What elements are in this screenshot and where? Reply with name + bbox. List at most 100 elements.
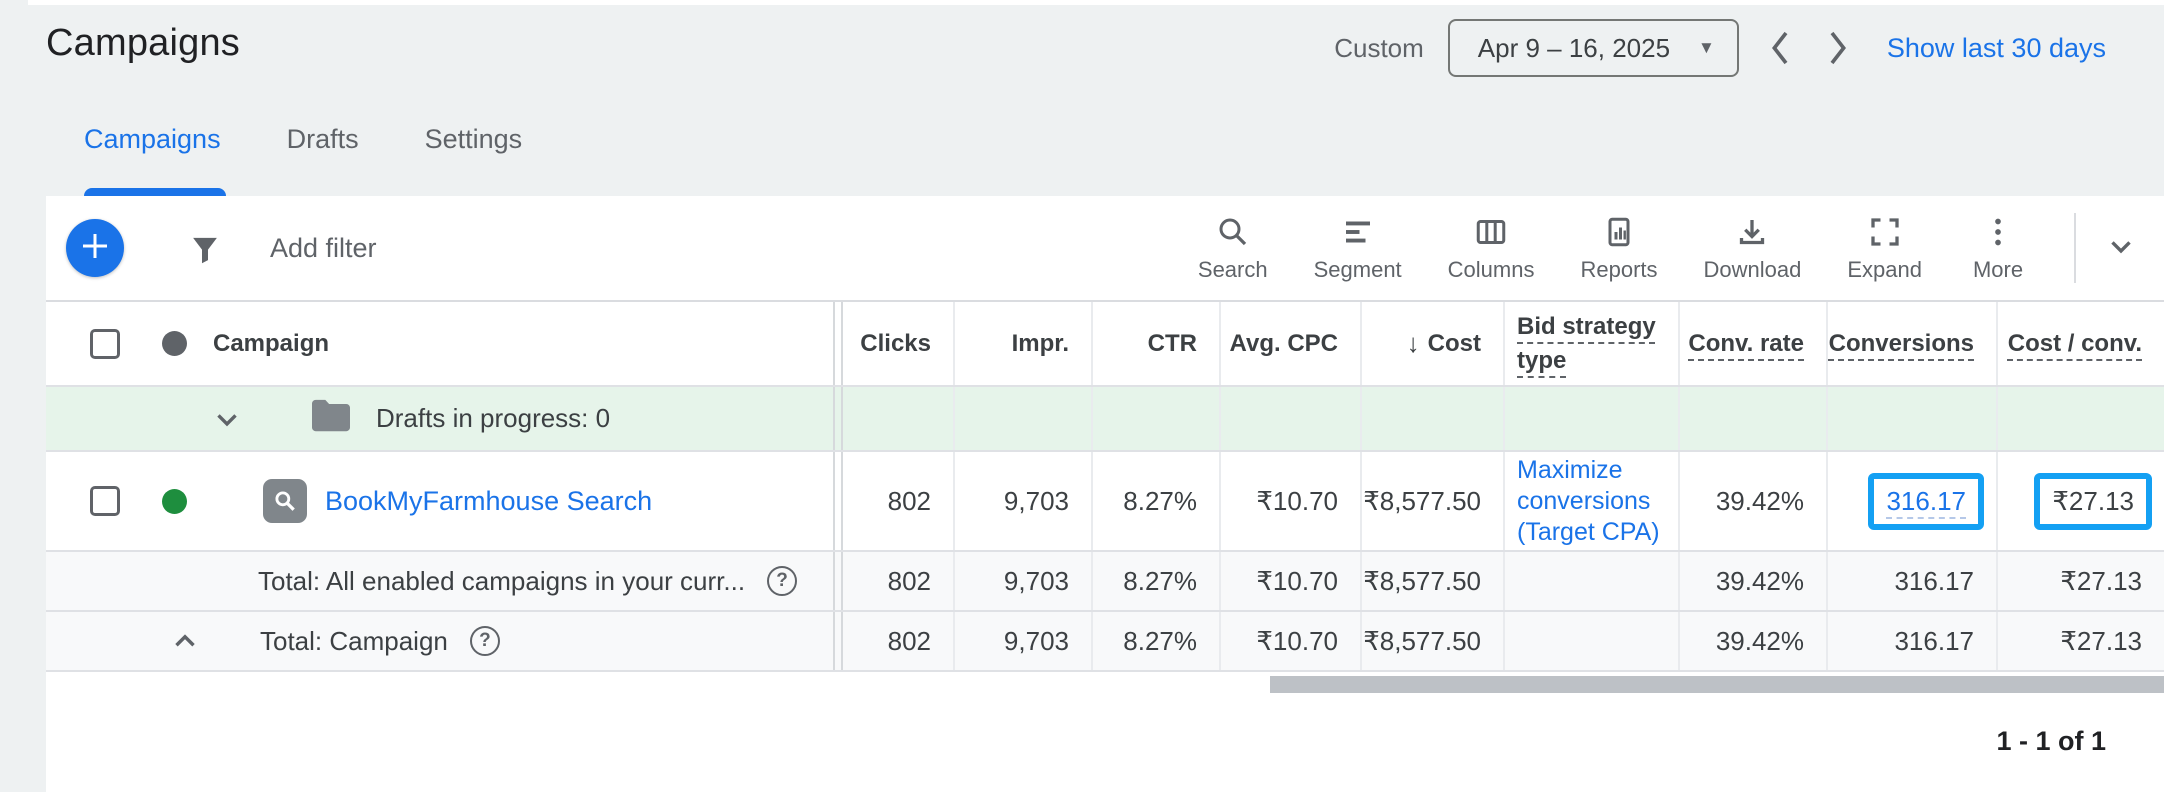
column-header-conversions[interactable]: Conversions [1826,302,1996,385]
total-cost-conv: ₹27.13 [1996,612,2164,670]
add-filter-button[interactable]: Add filter [270,196,377,300]
conversions-highlight-box: 316.17 [1868,473,1984,530]
active-tab-indicator [84,188,226,196]
cell-avg-cpc: ₹10.70 [1219,452,1360,550]
toolbar-divider [2074,213,2076,283]
bid-strategy-link[interactable]: Maximize conversions (Target CPA) [1517,455,1678,548]
top-edge-strip [28,0,2164,5]
campaign-status-enabled-dot[interactable] [162,489,187,514]
total-conversions: 316.17 [1826,552,1996,610]
total-enabled-row: Total: All enabled campaigns in your cur… [46,552,2164,612]
show-last-30-days-link[interactable]: Show last 30 days [1887,33,2106,64]
total-ctr: 8.27% [1091,612,1219,670]
reports-button[interactable]: Reports [1580,214,1657,283]
dropdown-caret-icon: ▼ [1698,38,1715,58]
tab-campaigns[interactable]: Campaigns [84,124,221,165]
search-button[interactable]: Search [1198,214,1268,283]
tab-settings[interactable]: Settings [425,124,523,165]
cell-cost-conv: ₹27.13 [1996,452,2164,550]
column-header-clicks[interactable]: Clicks [843,302,953,385]
tab-drafts[interactable]: Drafts [287,124,359,165]
column-header-cost[interactable]: ↓ Cost [1360,302,1503,385]
status-column-dot [162,331,187,356]
date-range-picker[interactable]: Apr 9 – 16, 2025 ▼ [1448,19,1739,77]
segment-button[interactable]: Segment [1314,214,1402,283]
help-icon[interactable]: ? [470,626,500,656]
add-campaign-button[interactable] [66,219,124,277]
horizontal-scrollbar[interactable] [1270,676,2164,693]
more-button[interactable]: More [1968,214,2028,283]
download-icon [1734,214,1770,250]
page-title: Campaigns [46,22,240,65]
column-header-avg-cpc[interactable]: Avg. CPC [1219,302,1360,385]
total-cost-conv: ₹27.13 [1996,552,2164,610]
cell-conversions: 316.17 [1826,452,1996,550]
more-icon [1980,214,2016,250]
total-cost: ₹8,577.50 [1360,612,1503,670]
previous-period-button[interactable] [1753,20,1809,76]
total-campaign-label: Total: Campaign [260,626,448,657]
table-toolbar: Add filter Search Segment Columns [46,196,2164,300]
total-avg-cpc: ₹10.70 [1219,612,1360,670]
column-header-cost-conv[interactable]: Cost / conv. [1996,302,2164,385]
segment-icon [1340,214,1376,250]
campaigns-table-card: Add filter Search Segment Columns [46,196,2164,792]
plus-icon [77,228,113,269]
total-avg-cpc: ₹10.70 [1219,552,1360,610]
tab-bar: Campaigns Drafts Settings [84,124,588,165]
total-impr: 9,703 [953,552,1091,610]
sort-descending-icon: ↓ [1407,328,1420,359]
date-range-value: Apr 9 – 16, 2025 [1478,33,1670,64]
collapse-totals-chevron[interactable] [166,622,204,660]
chevron-down-icon [2104,229,2138,268]
cell-cost: ₹8,577.50 [1360,452,1503,550]
collapse-toolbar-chevron[interactable] [2086,213,2156,283]
column-header-bid-strategy[interactable]: Bid strategy type [1503,302,1678,385]
folder-icon [308,397,354,440]
column-header-campaign[interactable]: Campaign [213,330,329,358]
cost-conv-highlight-box: ₹27.13 [2034,473,2152,530]
total-impr: 9,703 [953,612,1091,670]
campaign-row: BookMyFarmhouse Search 802 9,703 8.27% ₹… [46,452,2164,552]
campaign-name-link[interactable]: BookMyFarmhouse Search [325,486,652,517]
columns-button[interactable]: Columns [1448,214,1535,283]
toolbar-actions: Search Segment Columns Reports [1198,196,2164,300]
cell-ctr: 8.27% [1091,452,1219,550]
cell-impr: 9,703 [953,452,1091,550]
columns-icon [1473,214,1509,250]
help-icon[interactable]: ? [767,566,797,596]
column-header-ctr[interactable]: CTR [1091,302,1219,385]
total-ctr: 8.27% [1091,552,1219,610]
date-controls: Custom Apr 9 – 16, 2025 ▼ Show last 30 d… [1334,18,2106,78]
total-campaign-row: Total: Campaign ? 802 9,703 8.27% ₹10.70… [46,612,2164,672]
next-period-button[interactable] [1809,20,1865,76]
total-conv-rate: 39.42% [1678,612,1826,670]
column-header-impr[interactable]: Impr. [953,302,1091,385]
date-mode-label: Custom [1334,33,1424,64]
row-checkbox[interactable] [90,486,120,516]
column-header-conv-rate[interactable]: Conv. rate [1678,302,1826,385]
search-icon [1215,214,1251,250]
frozen-column-divider [833,302,843,385]
total-conversions: 316.17 [1826,612,1996,670]
total-enabled-label: Total: All enabled campaigns in your cur… [258,566,745,597]
conversions-value[interactable]: 316.17 [1886,486,1966,516]
total-conv-rate: 39.42% [1678,552,1826,610]
collapse-drafts-chevron[interactable] [208,400,246,438]
expand-button[interactable]: Expand [1847,214,1922,283]
download-button[interactable]: Download [1704,214,1802,283]
search-campaign-type-icon [263,479,307,523]
total-clicks: 802 [843,552,953,610]
cell-clicks: 802 [843,452,953,550]
filter-icon[interactable] [186,230,224,268]
drafts-row-label: Drafts in progress: 0 [376,403,610,434]
cost-conv-value: ₹27.13 [2052,486,2134,516]
drafts-in-progress-row[interactable]: Drafts in progress: 0 [46,387,2164,452]
campaigns-table: Campaign Clicks Impr. CTR Avg. CPC ↓ Cos… [46,300,2164,672]
cell-conv-rate: 39.42% [1678,452,1826,550]
expand-icon [1867,214,1903,250]
pagination-label: 1 - 1 of 1 [1996,726,2106,757]
reports-icon [1601,214,1637,250]
total-clicks: 802 [843,612,953,670]
select-all-checkbox[interactable] [90,329,120,359]
